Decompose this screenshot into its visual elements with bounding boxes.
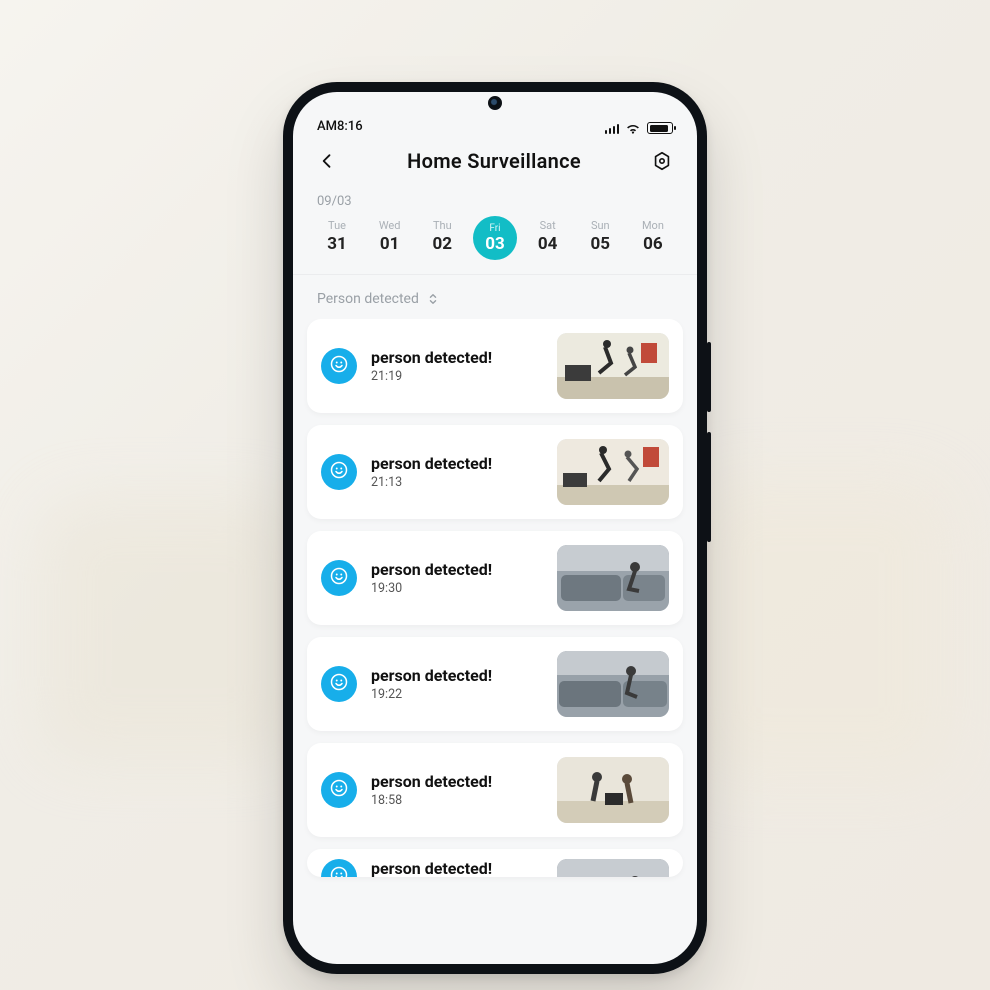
smile-icon	[330, 673, 348, 695]
day-of-month: 03	[485, 234, 505, 254]
day-cell[interactable]: Sat 04	[526, 219, 570, 260]
day-of-week: Thu	[420, 219, 464, 232]
wifi-icon	[625, 122, 641, 134]
person-badge	[321, 454, 357, 490]
day-cell[interactable]: Tue 31	[315, 219, 359, 260]
event-info: person detected! 21:13	[371, 454, 543, 490]
day-of-week: Mon	[631, 219, 675, 232]
event-card[interactable]: person detected!	[307, 849, 683, 877]
back-button[interactable]	[315, 149, 339, 173]
event-thumbnail	[557, 333, 669, 399]
person-badge	[321, 560, 357, 596]
date-label: 09/03	[317, 194, 675, 209]
smile-icon	[330, 866, 348, 877]
day-of-month: 05	[578, 234, 622, 254]
event-title: person detected!	[371, 666, 543, 685]
event-card[interactable]: person detected! 21:13	[307, 425, 683, 519]
screen: AM8:16 Home Surveillance	[293, 92, 697, 964]
smile-icon	[330, 779, 348, 801]
person-badge	[321, 666, 357, 702]
event-title: person detected!	[371, 348, 543, 367]
smile-icon	[330, 461, 348, 483]
event-title: person detected!	[371, 859, 543, 878]
day-cell[interactable]: Sun 05	[578, 219, 622, 260]
camera-notch	[488, 96, 502, 110]
day-cell[interactable]: Wed 01	[368, 219, 412, 260]
event-time: 21:13	[371, 475, 543, 490]
page-title: Home Surveillance	[407, 149, 581, 173]
person-badge	[321, 772, 357, 808]
event-time: 19:22	[371, 687, 543, 702]
smile-icon	[330, 567, 348, 589]
event-info: person detected! 19:30	[371, 560, 543, 596]
event-thumbnail	[557, 757, 669, 823]
date-strip: 09/03 Tue 31 Wed 01 Thu 02 Fri03 Sat 04 Sun 05 Mon 0…	[293, 182, 697, 275]
event-title: person detected!	[371, 454, 543, 473]
event-time: 18:58	[371, 793, 543, 808]
status-time: AM8:16	[317, 119, 363, 134]
day-of-week: Fri	[489, 223, 500, 234]
event-card[interactable]: person detected! 18:58	[307, 743, 683, 837]
event-thumbnail	[557, 859, 669, 877]
battery-icon	[647, 122, 673, 134]
event-info: person detected! 21:19	[371, 348, 543, 384]
day-of-week: Tue	[315, 219, 359, 232]
settings-button[interactable]	[649, 148, 675, 174]
hexagon-settings-icon	[651, 150, 673, 172]
event-thumbnail	[557, 545, 669, 611]
sort-icon	[427, 293, 439, 305]
event-title: person detected!	[371, 560, 543, 579]
filter-dropdown[interactable]: Person detected	[293, 275, 697, 319]
day-of-week: Sat	[526, 219, 570, 232]
day-of-month: 01	[368, 234, 412, 254]
event-title: person detected!	[371, 772, 543, 791]
phone-frame: AM8:16 Home Surveillance	[283, 82, 707, 974]
day-of-month: 02	[420, 234, 464, 254]
event-list[interactable]: person detected! 21:19 person detected! 21…	[293, 319, 697, 964]
event-info: person detected!	[371, 859, 543, 878]
day-of-month: 04	[526, 234, 570, 254]
event-card[interactable]: person detected! 19:30	[307, 531, 683, 625]
day-cell[interactable]: Fri03	[473, 216, 517, 260]
smile-icon	[330, 355, 348, 377]
event-time: 21:19	[371, 369, 543, 384]
day-of-month: 06	[631, 234, 675, 254]
day-of-week: Sun	[578, 219, 622, 232]
event-info: person detected! 18:58	[371, 772, 543, 808]
chevron-left-icon	[317, 151, 337, 171]
event-thumbnail	[557, 651, 669, 717]
person-badge	[321, 859, 357, 877]
day-of-week: Wed	[368, 219, 412, 232]
event-info: person detected! 19:22	[371, 666, 543, 702]
filter-label: Person detected	[317, 291, 419, 307]
day-cell[interactable]: Thu 02	[420, 219, 464, 260]
status-icons	[605, 122, 674, 134]
event-time: 19:30	[371, 581, 543, 596]
signal-icon	[605, 122, 620, 134]
event-card[interactable]: person detected! 21:19	[307, 319, 683, 413]
day-cell[interactable]: Mon 06	[631, 219, 675, 260]
day-row: Tue 31 Wed 01 Thu 02 Fri03 Sat 04 Sun 05 Mon 06	[315, 219, 675, 260]
person-badge	[321, 348, 357, 384]
event-thumbnail	[557, 439, 669, 505]
day-of-month: 31	[315, 234, 359, 254]
event-card[interactable]: person detected! 19:22	[307, 637, 683, 731]
app-header: Home Surveillance	[293, 136, 697, 182]
